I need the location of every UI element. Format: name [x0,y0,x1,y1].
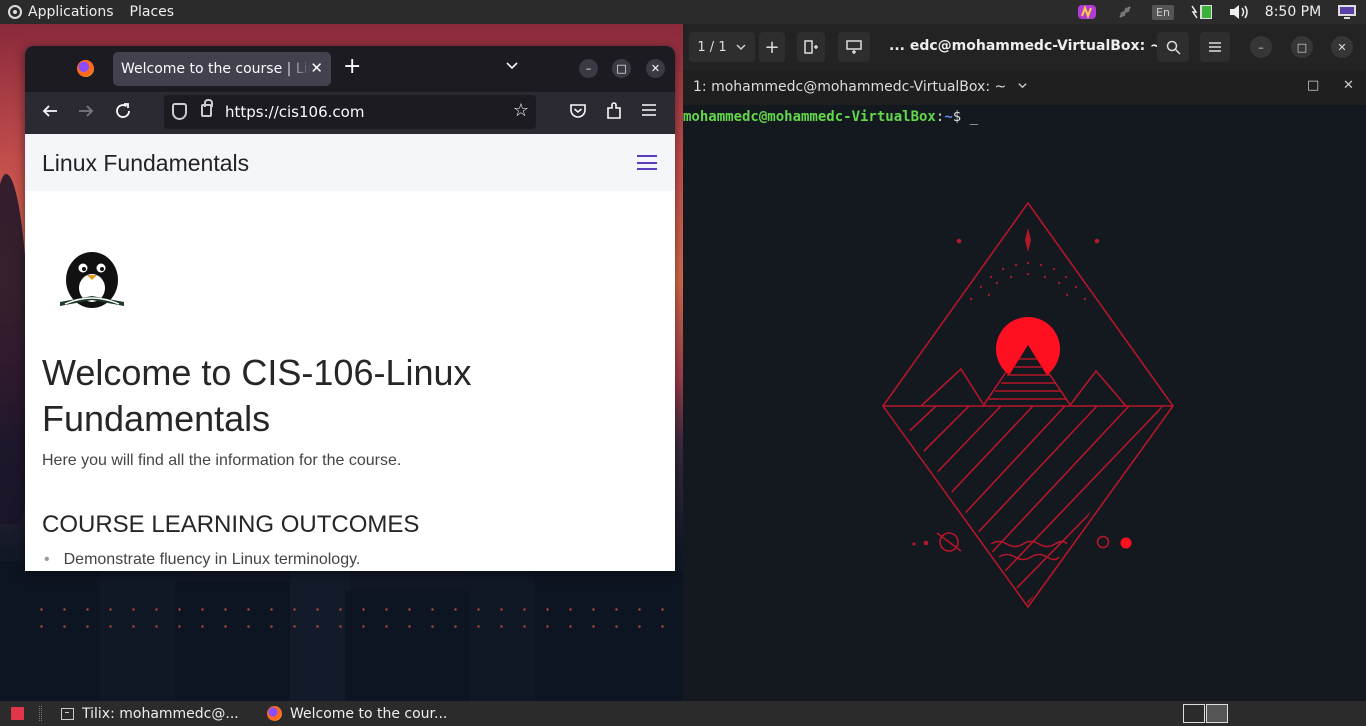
tilix-menu-button[interactable] [1200,32,1230,62]
add-terminal-right-button[interactable] [797,32,825,62]
session-switcher-button[interactable]: 1 / 1 [689,32,755,62]
terminal-maximize-button[interactable]: □ [1291,36,1313,58]
applications-logo-icon [8,5,22,19]
terminal-maximize-pane-icon[interactable]: □ [1307,78,1319,93]
tab-welcome[interactable]: Welcome to the course | Linux Fundamenta… [113,52,331,86]
places-menu[interactable]: Places [122,0,183,24]
chevron-down-icon [736,44,746,51]
prompt-symbol: $ [952,109,962,125]
system-tray: En 8:50 PM [1068,0,1366,24]
web-page-content: Linux Fundamentals Welcome to CIS-106-Li… [25,134,675,571]
terminal-minimize-button[interactable]: – [1250,36,1272,58]
page-heading: Welcome to CIS-106-Linux Fundamentals [42,352,472,439]
search-icon [1166,40,1181,55]
workspace-1[interactable] [1183,704,1205,723]
split-right-icon [804,40,818,54]
top-panel: Applications Places En 8:50 PM [0,0,1366,24]
app-menu-icon[interactable] [641,102,657,123]
url-text[interactable]: https://cis106.com [225,103,364,121]
url-bar[interactable]: https://cis106.com ☆ [164,95,536,129]
new-tab-button[interactable]: + [343,56,361,78]
minimize-button[interactable]: – [579,59,598,78]
workspace-2[interactable] [1206,704,1228,723]
tab-close-icon[interactable]: ✕ [310,59,323,77]
panel-grip-handle[interactable] [39,706,42,721]
firefox-icon [267,706,282,721]
taskbar-item-label: Welcome to the cour... [290,705,448,722]
tab-title: Welcome to the course | Linux Fundamenta… [121,61,311,77]
terminal-background-art [882,201,1174,609]
keyboard-layout-label: En [1152,4,1174,20]
terminal-prompt: mohammedc@mohammedc-VirtualBox:~$ _ [683,109,978,125]
applications-menu[interactable]: Applications [0,0,122,24]
terminal-title-bar: 1: mohammedc@mohammedc-VirtualBox: ~ □ ✕ [683,70,1366,105]
taskbar-item-tilix[interactable]: Tilix: mohammedc@... [55,703,251,724]
lock-icon[interactable] [201,99,213,117]
add-session-button[interactable]: + [759,32,785,62]
bookmark-star-icon[interactable]: ☆ [513,100,529,121]
prompt-user-host: mohammedc@mohammedc-VirtualBox [683,109,936,125]
hamburger-menu-icon [1209,42,1221,52]
battery-icon[interactable] [1182,0,1220,24]
page-subtitle: Here you will find all the information f… [42,452,402,469]
outcomes-heading: COURSE LEARNING OUTCOMES [42,511,420,538]
clock[interactable]: 8:50 PM [1258,0,1328,24]
penguin-logo-icon [60,252,124,308]
site-title[interactable]: Linux Fundamentals [42,150,249,177]
close-window-button[interactable]: ✕ [646,59,665,78]
tilix-header-bar: 1 / 1 + ... edc@mohammedc-VirtualBox: ~ … [683,24,1366,70]
display-icon[interactable] [1328,0,1366,24]
session-title-text: 1: mohammedc@mohammedc-VirtualBox: ~ [693,79,1007,95]
site-header: Linux Fundamentals [25,134,675,191]
places-label: Places [129,4,175,20]
chevron-down-icon [1018,83,1027,89]
taskbar-item-label: Tilix: mohammedc@... [82,705,239,722]
terminal-close-button[interactable]: ✕ [1331,36,1353,58]
forward-arrow-icon[interactable] [77,102,95,125]
firefox-window: Welcome to the course | Linux Fundamenta… [25,46,675,571]
keyboard-layout-indicator[interactable]: En [1144,0,1182,24]
find-button[interactable] [1157,32,1189,62]
reload-icon[interactable] [114,102,132,125]
tracking-protection-shield-icon[interactable] [172,103,187,120]
add-terminal-down-button[interactable] [838,32,870,62]
extensions-puzzle-icon[interactable] [605,102,623,125]
network-disconnected-icon[interactable] [1106,0,1144,24]
terminal-icon [61,707,74,720]
terminal-cursor: _ [969,109,979,125]
firefox-tray-icon[interactable] [1068,0,1106,24]
tilix-window-title: ... edc@mohammedc-VirtualBox: ~ [889,38,1162,54]
session-counter: 1 / 1 [697,39,727,55]
applications-label: Applications [28,4,114,20]
outcomes-list: Demonstrate fluency in Linux terminology… [42,551,361,569]
tilix-window: 1 / 1 + ... edc@mohammedc-VirtualBox: ~ … [683,24,1366,701]
list-item: Demonstrate fluency in Linux terminology… [42,551,361,569]
pocket-icon[interactable] [569,102,587,125]
back-arrow-icon[interactable] [41,102,59,125]
show-desktop-button[interactable] [11,707,24,720]
plus-icon: + [764,36,780,58]
volume-icon[interactable] [1220,0,1258,24]
prompt-path: ~ [944,109,953,125]
list-all-tabs-chevron-down-icon[interactable] [505,58,519,77]
tab-bar: Welcome to the course | Linux Fundamenta… [25,46,675,92]
terminal-body[interactable]: mohammedc@mohammedc-VirtualBox:~$ _ [683,105,1366,701]
split-down-icon [846,40,862,54]
terminal-close-pane-icon[interactable]: ✕ [1343,78,1354,93]
session-title[interactable]: 1: mohammedc@mohammedc-VirtualBox: ~ [693,79,1028,95]
taskbar-item-firefox[interactable]: Welcome to the cour... [261,703,466,724]
firefox-view-icon[interactable] [77,60,94,77]
navigation-toolbar: https://cis106.com ☆ [25,92,675,134]
site-menu-hamburger-icon[interactable] [637,155,657,170]
maximize-button[interactable]: □ [612,59,631,78]
bottom-panel: Tilix: mohammedc@... Welcome to the cour… [0,701,1366,726]
